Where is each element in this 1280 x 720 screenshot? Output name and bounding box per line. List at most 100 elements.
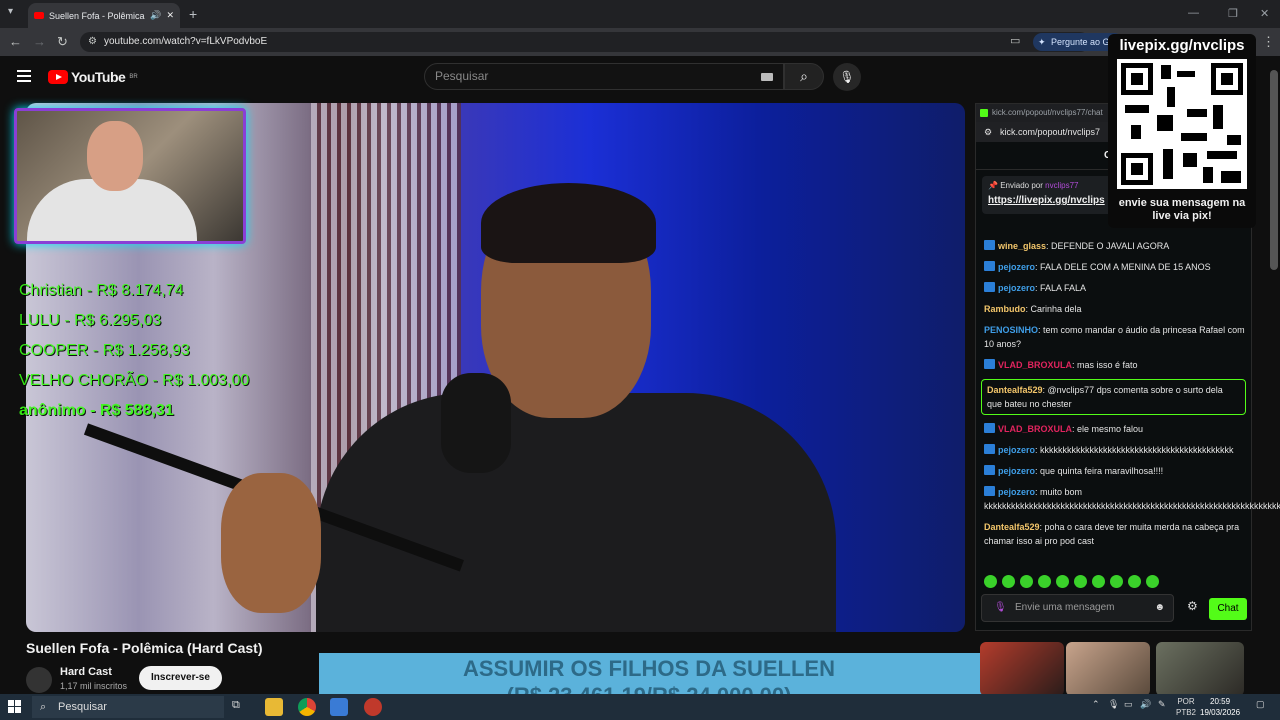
youtube-logo[interactable]: YouTube BR	[48, 69, 138, 85]
close-window-button[interactable]: ✕	[1260, 7, 1269, 20]
page-scrollbar[interactable]	[1270, 70, 1278, 270]
qr-module	[1203, 167, 1213, 183]
taskbar-app-icon[interactable]	[330, 698, 348, 716]
minimize-button[interactable]: —	[1188, 7, 1199, 19]
chat-message[interactable]: pejozero: FALA DELE COM A MENINA DE 15 A…	[984, 260, 1246, 274]
reload-button[interactable]: ↻	[57, 34, 68, 50]
maximize-button[interactable]: ❐	[1228, 7, 1238, 20]
emote-icon[interactable]	[1020, 575, 1033, 588]
chat-username[interactable]: wine_glass	[998, 241, 1046, 251]
windows-start-icon[interactable]	[8, 700, 21, 713]
microphone-icon[interactable]: 🎙	[994, 595, 1007, 621]
country-code: BR	[129, 74, 138, 80]
chat-input[interactable]: 🎙 Envie uma mensagem ☻	[981, 594, 1174, 622]
pen-icon[interactable]: ✎	[1158, 699, 1166, 710]
cast-icon[interactable]: ▭	[1010, 34, 1020, 47]
qr-module	[1227, 135, 1241, 145]
chat-message[interactable]: pejozero: que quinta feira maravilhosa!!…	[984, 464, 1246, 478]
subscribe-button[interactable]: Inscrever-se	[139, 666, 222, 690]
emote-icon[interactable]	[1110, 575, 1123, 588]
emote-icon[interactable]	[1146, 575, 1159, 588]
chat-message[interactable]: Rambudo: Carinha dela	[984, 302, 1246, 316]
search-button[interactable]: ⌕	[784, 63, 824, 90]
browser-tab[interactable]: Suellen Fofa - Polêmica (Ha 🔊 ✕	[28, 3, 180, 28]
qr-module	[1131, 125, 1141, 139]
chat-message[interactable]: PENOSINHO: tem como mandar o áudio da pr…	[984, 323, 1246, 351]
menu-kebab-icon[interactable]: ⋮	[1262, 34, 1275, 50]
hamburger-menu-icon[interactable]	[17, 70, 31, 82]
chat-message[interactable]: VLAD_BROXULA: ele mesmo falou	[984, 422, 1246, 436]
url-field[interactable]: ⚙ youtube.com/watch?v=fLkVPodvboE	[80, 32, 1090, 52]
tab-close-icon[interactable]: ✕	[166, 10, 174, 21]
tab-search-chevron-icon[interactable]: ▾	[8, 6, 13, 17]
recommended-video-thumbnail[interactable]	[1156, 642, 1244, 696]
qr-caption-line: live via pix!	[1152, 210, 1212, 222]
chat-message[interactable]: pejozero: kkkkkkkkkkkkkkkkkkkkkkkkkkkkkk…	[984, 443, 1246, 457]
task-view-icon[interactable]: ⧉	[232, 699, 250, 717]
voice-search-button[interactable]: 🎙	[833, 63, 861, 91]
emote-icon[interactable]	[1074, 575, 1087, 588]
site-info-icon[interactable]: ⚙	[88, 32, 97, 52]
youtube-wordmark: YouTube	[71, 69, 126, 85]
search-input[interactable]: Pesquisar	[424, 63, 784, 90]
chat-message[interactable]: pejozero: muito bom kkkkkkkkkkkkkkkkkkkk…	[984, 485, 1280, 513]
qr-finder	[1211, 63, 1243, 95]
language-indicator[interactable]: POR PTB2	[1176, 696, 1196, 718]
taskbar-search-placeholder: Pesquisar	[58, 701, 107, 713]
channel-avatar[interactable]	[26, 667, 52, 693]
chat-text: : ele mesmo falou	[1072, 424, 1144, 434]
file-explorer-icon[interactable]	[265, 698, 283, 716]
microphone-tray-icon[interactable]: 🎙	[1108, 699, 1119, 710]
chat-username[interactable]: pejozero	[998, 283, 1035, 293]
chat-username[interactable]: PENOSINHO	[984, 325, 1038, 335]
emote-icon[interactable]	[1128, 575, 1141, 588]
back-button[interactable]: ←	[9, 34, 22, 49]
tray-chevron-icon[interactable]: ⌃	[1092, 699, 1100, 710]
emote-icon[interactable]	[984, 575, 997, 588]
chat-username[interactable]: VLAD_BROXULA	[998, 424, 1072, 434]
volume-icon[interactable]: 🔊	[1140, 699, 1151, 710]
notifications-icon[interactable]: ▢	[1256, 699, 1265, 710]
recommended-video-thumbnail[interactable]	[1066, 642, 1150, 696]
chat-username[interactable]: pejozero	[998, 445, 1035, 455]
qr-module	[1183, 153, 1197, 167]
recommended-video-thumbnail[interactable]	[980, 642, 1064, 696]
taskbar-search[interactable]: ⌕ Pesquisar	[32, 696, 224, 718]
keyboard-icon[interactable]	[761, 73, 773, 81]
emote-icon[interactable]	[1002, 575, 1015, 588]
channel-name[interactable]: Hard Cast	[60, 666, 112, 678]
speaker-icon: 🔊	[150, 10, 162, 20]
qr-module	[1181, 133, 1207, 141]
chat-username[interactable]: Dantealfa529	[984, 522, 1040, 532]
emote-icon[interactable]	[1038, 575, 1051, 588]
microphone-icon: 🎙	[839, 70, 855, 84]
qr-module	[1221, 171, 1241, 183]
qr-title: livepix.gg/nvclips	[1119, 37, 1245, 54]
emote-icon[interactable]	[1056, 575, 1069, 588]
chat-username[interactable]: pejozero	[998, 487, 1035, 497]
chat-message[interactable]: VLAD_BROXULA: mas isso é fato	[984, 358, 1246, 372]
emoji-icon[interactable]: ☻	[1154, 595, 1165, 621]
chat-settings-gear-icon[interactable]: ⚙	[1187, 599, 1198, 613]
chat-message-list: wine_glass: DEFENDE O JAVALI AGORA pejoze…	[981, 239, 1280, 555]
system-clock[interactable]: 20:59 19/03/2026	[1200, 696, 1240, 718]
chat-username[interactable]: Dantealfa529	[987, 385, 1043, 395]
chat-message[interactable]: wine_glass: DEFENDE O JAVALI AGORA	[984, 239, 1246, 253]
browser-tab-bar: ▾ Suellen Fofa - Polêmica (Ha 🔊 ✕ + — ❐ …	[0, 0, 1280, 28]
chat-username[interactable]: pejozero	[998, 466, 1035, 476]
keyboard-layout: PTB2	[1176, 708, 1197, 717]
chat-message[interactable]: pejozero: FALA FALA	[984, 281, 1246, 295]
network-icon[interactable]: ▭	[1124, 699, 1133, 710]
chat-username[interactable]: Rambudo	[984, 304, 1026, 314]
send-chat-button[interactable]: Chat	[1209, 598, 1247, 620]
chat-username[interactable]: VLAD_BROXULA	[998, 360, 1072, 370]
chat-message[interactable]: Dantealfa529: @nvclips77 dps comenta sob…	[981, 379, 1246, 415]
taskbar-app-icon[interactable]	[364, 698, 382, 716]
forward-button[interactable]: →	[33, 34, 46, 49]
chrome-icon[interactable]	[298, 698, 316, 716]
site-info-icon[interactable]: ⚙	[984, 122, 992, 142]
emote-icon[interactable]	[1092, 575, 1105, 588]
chat-message[interactable]: Dantealfa529: poha o cara deve ter muita…	[984, 520, 1246, 548]
chat-username[interactable]: pejozero	[998, 262, 1035, 272]
new-tab-button[interactable]: +	[189, 6, 197, 22]
